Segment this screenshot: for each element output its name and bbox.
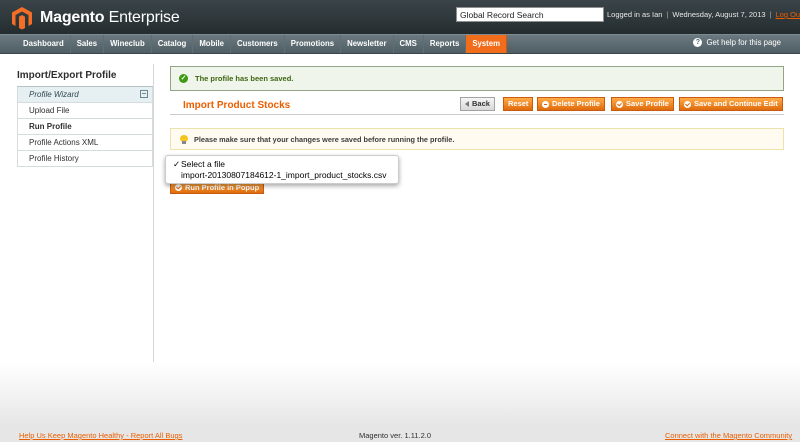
lightbulb-icon [180,134,188,144]
sidebar-item-run-profile[interactable]: Run Profile [17,119,153,135]
back-button[interactable]: Back [460,97,495,111]
logout-link[interactable]: Log Out [776,10,800,19]
delete-icon [542,100,549,108]
page-title: Import Product Stocks [183,100,291,111]
separator: | [666,10,669,19]
reset-button-label: Reset [508,99,529,108]
save-profile-button[interactable]: Save Profile [611,97,674,111]
logged-in-text: Logged in as Ian [607,10,663,19]
nav-item-reports[interactable]: Reports [424,35,467,53]
back-button-label: Back [472,99,490,108]
sidebar-title: Import/Export Profile [17,70,153,87]
sidebar-item-label: Run Profile [29,122,72,131]
main-navigation: Dashboard Sales Wineclub Catalog Mobile Custo… [0,34,800,54]
success-text: The profile has been saved. [195,74,294,83]
nav-item-mobile[interactable]: Mobile [193,35,232,53]
logo-edition-text: Enterprise [108,9,180,26]
sidebar-tabs: Profile Wizard Upload File Run Profile Prof… [17,87,153,167]
nav-item-newsletter[interactable]: Newsletter [341,35,394,53]
file-option-csv[interactable]: import-20130807184612-1_import_product_s… [181,170,387,181]
save-button-label: Save Profile [626,99,669,108]
report-bugs-link[interactable]: Help Us Keep Magento Healthy - Report Al… [19,431,182,440]
notice-text: Please make sure that your changes were … [194,134,455,144]
file-option-select[interactable]: ✓Select a file [173,159,225,170]
delete-button-label: Delete Profile [552,99,600,108]
footer-gradient [0,362,800,424]
option-label: Select a file [181,159,225,169]
run-icon [175,184,182,191]
sidebar-item-profile-wizard[interactable]: Profile Wizard [17,87,153,103]
logo-brand-text: Magento [40,9,105,26]
reset-button[interactable]: Reset [503,97,534,111]
sidebar-item-upload-file[interactable]: Upload File [17,103,153,119]
notice-message: Please make sure that your changes were … [170,128,784,150]
column-divider [153,64,154,362]
sidebar: Import/Export Profile Profile Wizard Uplo… [17,70,153,167]
nav-item-dashboard[interactable]: Dashboard [17,35,71,53]
nav-menu: Dashboard Sales Wineclub Catalog Mobile Custo… [17,35,508,53]
sidebar-item-label: Profile Wizard [29,90,79,99]
save-and-continue-button[interactable]: Save and Continue Edit [679,97,783,111]
save-icon [616,100,623,108]
sidebar-item-label: Profile History [29,154,79,163]
collapse-icon[interactable] [140,90,148,98]
header-bar: Magento Enterprise Logged in as Ian|Wedn… [0,0,800,34]
help-label: Get help for this page [706,38,781,47]
save-continue-button-label: Save and Continue Edit [694,99,778,108]
back-arrow-icon [465,101,469,107]
nav-item-system[interactable]: System [466,35,508,53]
community-link[interactable]: Connect with the Magento Community [665,431,792,440]
sidebar-item-profile-history[interactable]: Profile History [17,151,153,167]
current-date: Wednesday, August 7, 2013 [672,10,766,19]
nav-item-cms[interactable]: CMS [394,35,424,53]
nav-item-wineclub[interactable]: Wineclub [104,35,152,53]
check-icon: ✓ [173,159,181,169]
save-continue-icon [684,100,691,108]
title-divider [170,114,784,115]
header-user-info: Logged in as Ian | Wednesday, August 7, 20… [607,10,800,19]
nav-item-promotions[interactable]: Promotions [285,35,342,53]
nav-item-customers[interactable]: Customers [231,35,285,53]
option-label: import-20130807184612-1_import_product_s… [181,170,387,180]
nav-item-catalog[interactable]: Catalog [152,35,194,53]
help-icon: ? [693,38,703,47]
file-select-dropdown[interactable]: ✓Select a file import-20130807184612-1_i… [165,155,399,184]
help-link[interactable]: ? Get help for this page [693,38,781,47]
success-message: ✓ The profile has been saved. [170,66,784,91]
magento-logo-icon [12,7,32,30]
sidebar-item-label: Profile Actions XML [29,138,99,147]
sidebar-item-profile-actions-xml[interactable]: Profile Actions XML [17,135,153,151]
sidebar-item-label: Upload File [29,106,70,115]
nav-item-sales[interactable]: Sales [71,35,105,53]
delete-profile-button[interactable]: Delete Profile [537,97,605,111]
checkmark-icon: ✓ [179,74,188,83]
magento-logo[interactable]: Magento Enterprise [10,6,180,30]
global-search-input[interactable] [456,7,604,22]
separator: | [769,10,772,19]
version-text: Magento ver. 1.11.2.0 [359,431,431,440]
